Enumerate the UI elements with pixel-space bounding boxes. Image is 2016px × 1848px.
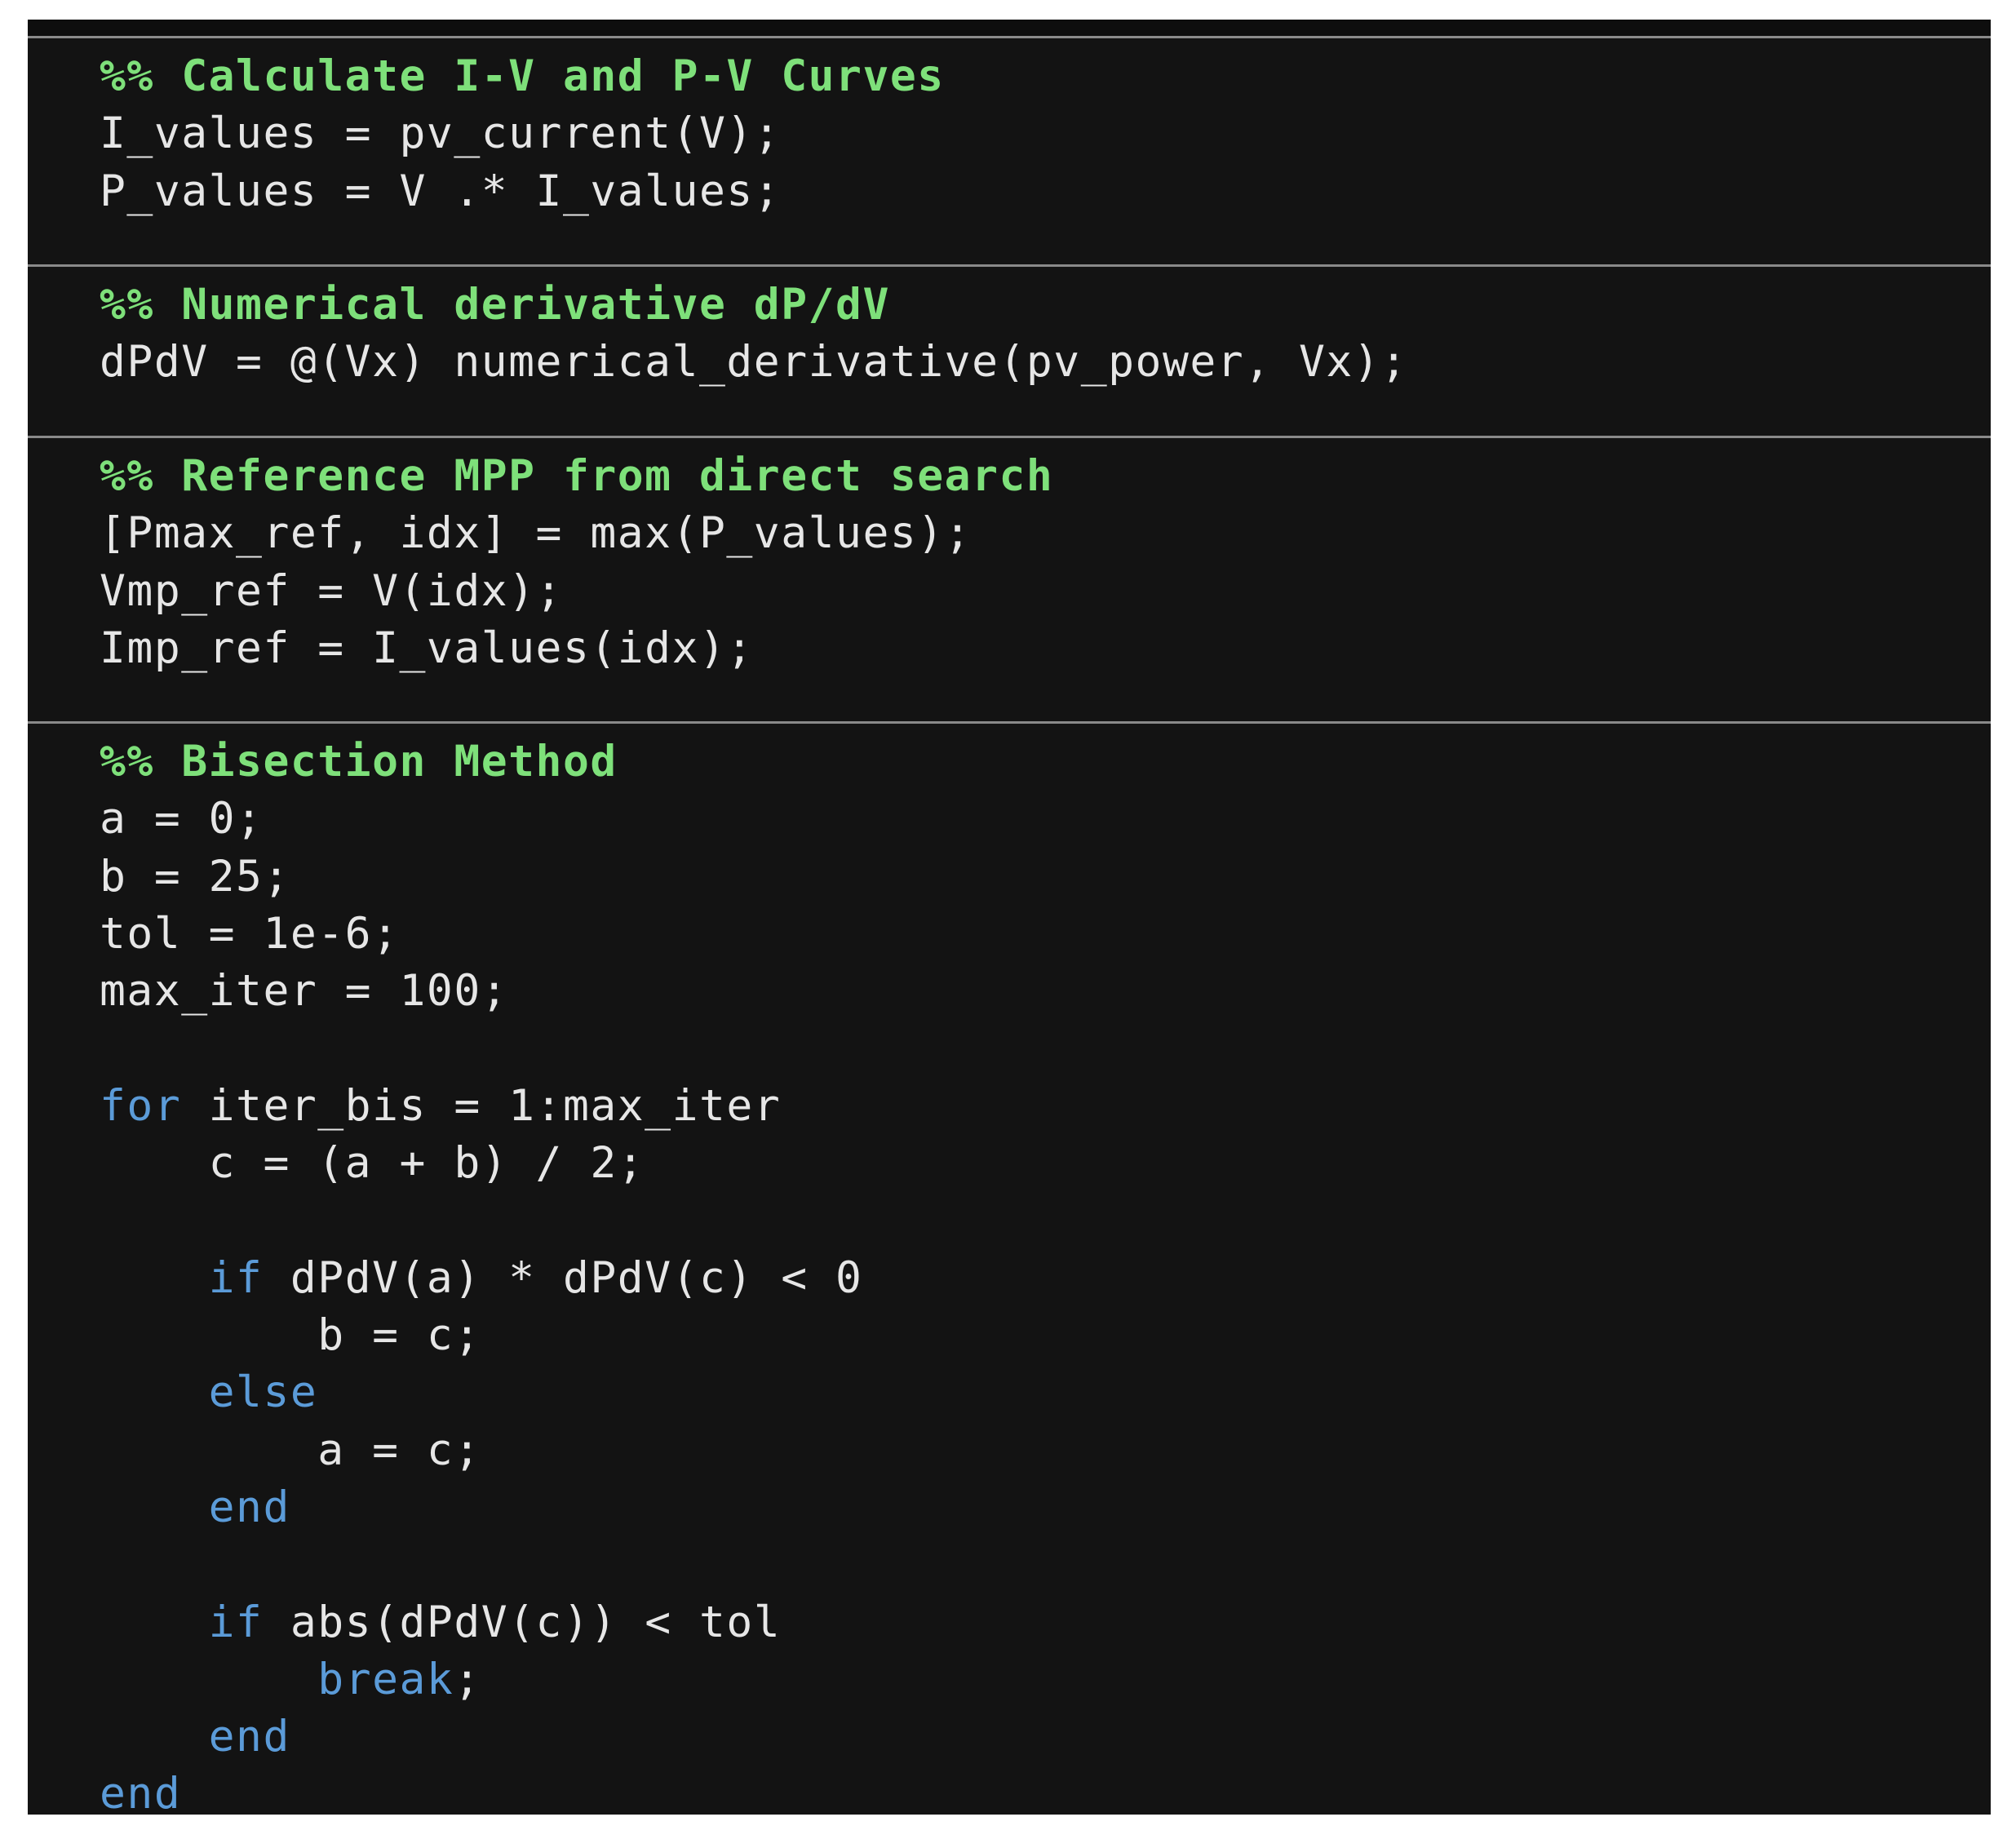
code-token: dPdV(a) * dPdV(c) < 0 [263,1252,863,1303]
code-token: c = (a + b) / 2; [100,1138,645,1189]
code-line[interactable]: Vmp_ref = V(idx); [100,563,563,620]
code-line[interactable]: end [100,1766,181,1815]
editor-top-edge [28,20,1991,38]
section-comment: %% Calculate I-V and P-V Curves [100,51,945,101]
code-line[interactable]: max_iter = 100; [100,963,508,1020]
code-line[interactable]: end [100,1708,290,1766]
code-token: tol = 1e-6; [100,908,400,959]
keyword-token: end [208,1712,290,1762]
keyword-token: if [208,1597,264,1647]
code-token: a = 0; [100,794,264,844]
code-cell-1[interactable]: %% Calculate I-V and P-V Curves I_values … [28,36,1991,264]
code-token: dPdV = @(Vx) numerical_derivative(pv_pow… [100,337,1408,388]
keyword-token: if [208,1252,264,1303]
code-line[interactable]: %% Bisection Method [100,733,618,791]
code-editor: %% Calculate I-V and P-V Curves I_values … [28,20,1991,1815]
code-cell-3[interactable]: %% Reference MPP from direct search [Pmax… [28,436,1991,721]
code-line[interactable]: %% Calculate I-V and P-V Curves [100,48,945,105]
code-token: a = c; [100,1425,481,1475]
code-token: max_iter = 100; [100,966,509,1017]
code-token: [Pmax_ref, idx] = max(P_values); [100,508,973,559]
code-line[interactable]: Imp_ref = I_values(idx); [100,620,754,677]
code-line[interactable]: %% Reference MPP from direct search [100,448,1053,505]
code-token: b = c; [100,1310,481,1360]
code-line[interactable]: dPdV = @(Vx) numerical_derivative(pv_pow… [100,334,1408,391]
code-line[interactable]: %% Numerical derivative dP/dV [100,277,890,334]
code-cell-4[interactable]: %% Bisection Method a = 0; b = 25; tol = 1e… [28,721,1991,1815]
code-line[interactable]: end [100,1479,290,1536]
code-token: Vmp_ref = V(idx); [100,565,563,616]
code-cell-2[interactable]: %% Numerical derivative dP/dV dPdV = @(Vx… [28,264,1991,436]
code-token: abs(dPdV(c)) < tol [263,1597,782,1647]
code-line[interactable]: [Pmax_ref, idx] = max(P_values); [100,505,972,562]
code-token: ; [454,1654,481,1704]
code-token: P_values = V .* I_values; [100,166,782,216]
code-token: I_values = pv_current(V); [100,109,782,159]
keyword-token: for [100,1080,182,1131]
section-comment: %% Numerical derivative dP/dV [100,280,890,330]
keyword-token: end [208,1482,290,1532]
code-line[interactable]: break; [100,1651,481,1708]
code-token: iter_bis = 1:max_iter [181,1080,782,1131]
code-line[interactable]: P_values = V .* I_values; [100,163,781,220]
code-line[interactable]: a = 0; [100,791,263,848]
code-line[interactable]: else [100,1364,317,1421]
code-line[interactable]: for iter_bis = 1:max_iter [100,1078,781,1135]
code-line[interactable]: if dPdV(a) * dPdV(c) < 0 [100,1250,862,1307]
code-line[interactable]: b = c; [100,1307,481,1364]
code-token: Imp_ref = I_values(idx); [100,623,754,673]
code-line[interactable]: c = (a + b) / 2; [100,1135,645,1192]
section-comment: %% Reference MPP from direct search [100,451,1054,501]
code-line[interactable]: if abs(dPdV(c)) < tol [100,1594,781,1651]
code-line[interactable]: I_values = pv_current(V); [100,105,781,162]
keyword-token: else [208,1367,318,1418]
code-line[interactable]: a = c; [100,1422,481,1479]
keyword-token: break [317,1654,454,1704]
code-token: b = 25; [100,851,290,902]
section-comment: %% Bisection Method [100,737,618,787]
keyword-token: end [100,1769,182,1815]
code-line[interactable]: tol = 1e-6; [100,906,400,963]
code-line[interactable]: b = 25; [100,849,290,906]
